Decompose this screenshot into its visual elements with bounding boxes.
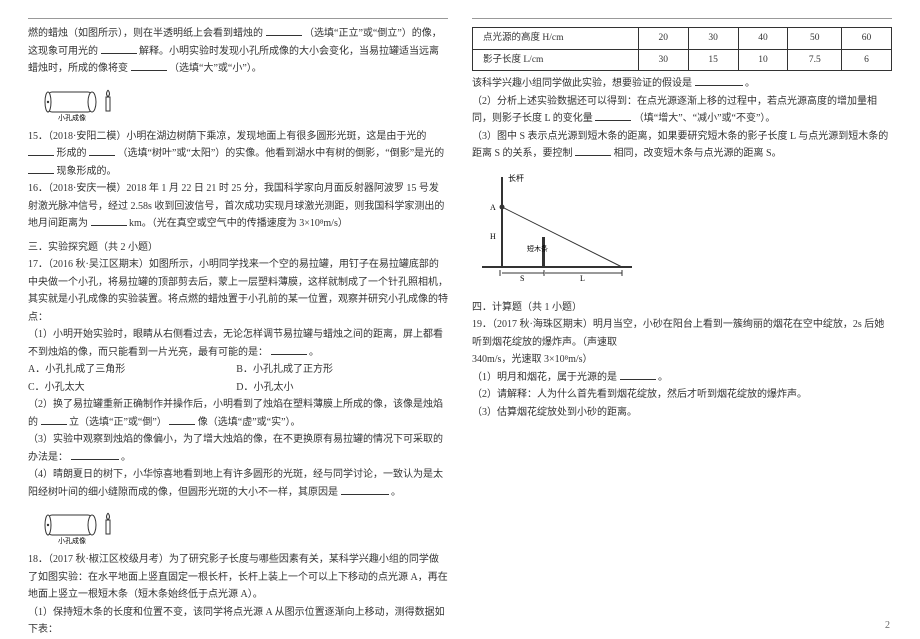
option-b: B．小孔扎成了正方形 [236, 361, 442, 379]
right-column: 点光源的高度 H/cm 20 30 40 50 60 影子长度 L/cm 30 … [472, 18, 892, 629]
label: A [490, 203, 496, 212]
candle-can-svg-2: 小孔成像 [28, 505, 148, 545]
q19-speed: 340m/s，光速取 3×10⁸m/s） [472, 351, 892, 369]
blank [575, 145, 611, 156]
label: 短木条 [527, 244, 548, 253]
blank [341, 484, 389, 495]
text: 。 [745, 78, 755, 89]
text: 19．（2017 秋·海珠区期末）明月当空，小砂在阳台上看到一簇绚丽的烟花在空中… [472, 319, 884, 348]
top-rule [28, 18, 448, 19]
text: （1）小明开始实验时，眼睛从右侧看过去，无论怎样调节易拉罐与蜡烛之间的距离，屏上… [28, 329, 443, 358]
q17-3: （3）实验中观察到烛焰的像偏小，为了增大烛焰的像，在不更换原有易拉罐的情况下可采… [28, 431, 448, 466]
text: 相同，改变短木条与点光源的距离 S。 [614, 148, 782, 159]
text: 该科学兴趣小组同学做此实验，想要验证的假设是 [472, 78, 692, 89]
q18-1: （1）保持短木条的长度和位置不变，该同学将点光源 A 从图示位置逐渐向上移动，测… [28, 604, 448, 639]
caption: 小孔成像 [58, 536, 86, 545]
text: 立（选填“正”或“倒”） [69, 417, 167, 428]
text: （1）明月和烟花，属于光源的是 [472, 372, 617, 383]
text: km。（光在真空或空气中的传播速度为 3×10⁸m/s） [129, 218, 348, 229]
q15: 15．（2018·安阳二模）小明在湖边树荫下乘凉，发现地面上有很多圆形光斑，这是… [28, 128, 448, 181]
q16: 16．（2018·安庆一模）2018 年 1 月 22 日 21 时 25 分，… [28, 180, 448, 233]
blank [71, 449, 119, 460]
blank [271, 344, 307, 355]
table-row: 影子长度 L/cm 30 15 10 7.5 6 [473, 49, 892, 71]
text: 15．（2018·安阳二模）小明在湖边树荫下乘凉，发现地面上有很多圆形光斑，这是… [28, 131, 426, 142]
page-number: 2 [885, 620, 890, 631]
cell: 6 [842, 49, 892, 71]
text: 现象形成的。 [57, 166, 117, 177]
cell: 40 [738, 28, 788, 50]
text: 像（选填“虚”或“实”）。 [198, 417, 301, 428]
blank [131, 60, 167, 71]
blank [595, 110, 631, 121]
r2: （2）分析上述实验数据还可以得到：在点光源逐渐上移的过程中，若点光源高度的增加量… [472, 93, 892, 128]
cell: 15 [688, 49, 738, 71]
q19-2: （2）请解释：人为什么首先看到烟花绽放，然后才听到烟花绽放的爆炸声。 [472, 386, 892, 404]
shadow-svg: 长杆 A H 短木条 S L [472, 167, 642, 287]
text: （选填“大”或“小”）。 [169, 63, 262, 74]
option-a: A．小孔扎成了三角形 [28, 361, 234, 379]
cell: 30 [688, 28, 738, 50]
section-4-title: 四．计算题（共 1 小题） [472, 299, 892, 317]
top-rule-right [472, 18, 892, 19]
cell: 20 [638, 28, 688, 50]
q17-4: （4）晴朗夏日的树下，小华惊喜地看到地上有许多圆形的光斑，经与同学讨论，一致认为… [28, 466, 448, 501]
q19-3: （3）估算烟花绽放处到小砂的距离。 [472, 404, 892, 422]
text: 形成的 [57, 148, 87, 159]
left-column: 燃的蜡烛（如图所示），则在半透明纸上会看到蜡烛的 （选填“正立”或“倒立”）的像… [28, 18, 448, 629]
q19-intro: 19．（2017 秋·海珠区期末）明月当空，小砂在阳台上看到一簇绚丽的烟花在空中… [472, 316, 892, 351]
q17-options-row1: A．小孔扎成了三角形 B．小孔扎成了正方形 [28, 361, 448, 379]
candle-can-svg: 小孔成像 [28, 82, 148, 122]
blank [91, 215, 127, 226]
blank [169, 414, 195, 425]
r3: （3）图中 S 表示点光源到短木条的距离，如果要研究短木条的影子长度 L 与点光… [472, 128, 892, 163]
pinhole-figure-1: 小孔成像 [28, 80, 148, 124]
q17-2: （2）换了易拉罐重新正确制作并操作后，小明看到了烛焰在塑料薄膜上所成的像，该像是… [28, 396, 448, 431]
label: S [520, 274, 524, 283]
q18-intro: 18．（2017 秋·椒江区校级月考）为了研究影子长度与哪些因素有关，某科学兴趣… [28, 551, 448, 604]
blank [101, 43, 137, 54]
cell: 50 [788, 28, 842, 50]
text: 。 [391, 487, 401, 498]
q17-options-row2: C．小孔太大 D．小孔太小 [28, 379, 448, 397]
r1: 该科学兴趣小组同学做此实验，想要验证的假设是 。 [472, 75, 892, 93]
section-3-title: 三．实验探究题（共 2 小题） [28, 239, 448, 257]
option-c: C．小孔太大 [28, 379, 234, 397]
cell: 30 [638, 49, 688, 71]
pinhole-figure-2: 小孔成像 [28, 503, 148, 547]
table-row: 点光源的高度 H/cm 20 30 40 50 60 [473, 28, 892, 50]
q17-1: （1）小明开始实验时，眼睛从右侧看过去，无论怎样调节易拉罐与蜡烛之间的距离，屏上… [28, 326, 448, 361]
cell: 10 [738, 49, 788, 71]
blank [266, 25, 302, 36]
label: 长杆 [508, 173, 524, 183]
text: （选填“树叶”或“太阳”）的实像。他看到湖水中有树的倒影，“倒影”是光的 [118, 148, 445, 159]
cell: 7.5 [788, 49, 842, 71]
text: 燃的蜡烛（如图所示），则在半透明纸上会看到蜡烛的 [28, 28, 263, 39]
data-table: 点光源的高度 H/cm 20 30 40 50 60 影子长度 L/cm 30 … [472, 27, 892, 71]
blank [28, 145, 54, 156]
blank [28, 163, 54, 174]
text: （填“增大”、“减小”或“不变”）。 [634, 113, 776, 124]
row-header: 点光源的高度 H/cm [473, 28, 639, 50]
blank [41, 414, 67, 425]
shadow-diagram: 长杆 A H 短木条 S L [472, 167, 642, 287]
caption: 小孔成像 [58, 113, 86, 122]
blank [620, 369, 656, 380]
text: 。 [658, 372, 668, 383]
q19-1: （1）明月和烟花，属于光源的是 。 [472, 369, 892, 387]
q17-intro: 17．（2016 秋·吴江区期末）如图所示，小明同学找来一个空的易拉罐，用钉子在… [28, 256, 448, 326]
option-d: D．小孔太小 [236, 379, 442, 397]
blank [89, 145, 115, 156]
page: 燃的蜡烛（如图所示），则在半透明纸上会看到蜡烛的 （选填“正立”或“倒立”）的像… [0, 0, 920, 637]
q14-continuation: 燃的蜡烛（如图所示），则在半透明纸上会看到蜡烛的 （选填“正立”或“倒立”）的像… [28, 25, 448, 78]
text: 。 [121, 452, 131, 463]
row-header: 影子长度 L/cm [473, 49, 639, 71]
cell: 60 [842, 28, 892, 50]
label: L [580, 274, 585, 283]
blank [695, 75, 743, 86]
text: 。 [309, 347, 319, 358]
label: H [490, 232, 496, 241]
